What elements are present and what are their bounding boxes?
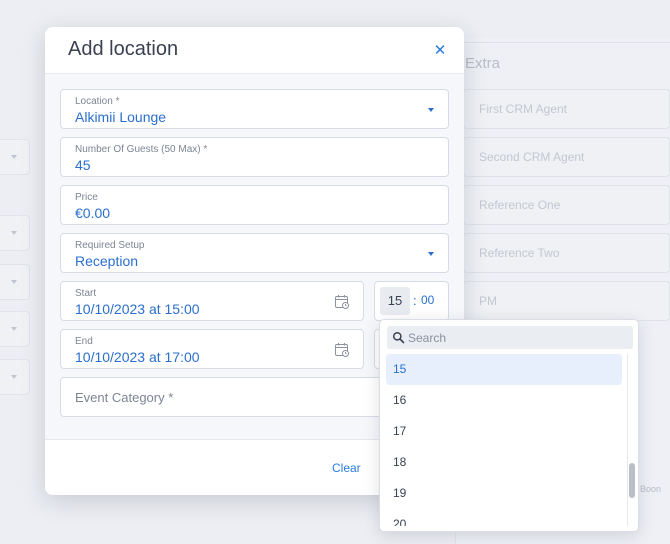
price-value: €0.00 bbox=[75, 205, 111, 221]
chevron-down-icon bbox=[11, 155, 17, 159]
hour-option-19[interactable]: 19 bbox=[386, 478, 622, 509]
location-select[interactable]: Location * Alkimii Lounge bbox=[60, 89, 449, 129]
location-label: Location * bbox=[75, 96, 120, 107]
setup-value: Reception bbox=[75, 253, 139, 269]
background-field-reference-one: Reference One bbox=[463, 185, 670, 225]
background-extra-header: Extra bbox=[463, 42, 670, 82]
required-setup-select[interactable]: Required Setup Reception bbox=[60, 233, 449, 273]
dropdown-scrollbar-thumb[interactable] bbox=[629, 463, 635, 498]
chevron-down-icon bbox=[428, 108, 434, 112]
price-input[interactable]: Price €0.00 bbox=[60, 185, 449, 225]
start-time-input[interactable]: 15 : 00 bbox=[374, 281, 449, 321]
start-date-input[interactable]: Start 10/10/2023 at 15:00 bbox=[60, 281, 364, 321]
start-hour[interactable]: 15 bbox=[380, 287, 410, 315]
guests-input[interactable]: Number Of Guests (50 Max) * 45 bbox=[60, 137, 449, 177]
clear-button[interactable]: Clear bbox=[332, 461, 361, 475]
background-left-select bbox=[0, 359, 30, 395]
background-left-select bbox=[0, 311, 30, 347]
dropdown-search bbox=[387, 326, 633, 349]
calendar-icon[interactable] bbox=[334, 342, 350, 358]
hour-option-20[interactable]: 20 bbox=[386, 509, 622, 526]
hour-option-list: 15 16 17 18 19 20 bbox=[386, 354, 622, 526]
dropdown-search-input[interactable] bbox=[408, 328, 626, 347]
background-field-second-crm-agent: Second CRM Agent bbox=[463, 137, 670, 177]
chevron-down-icon bbox=[11, 375, 17, 379]
hour-option-15[interactable]: 15 bbox=[386, 354, 622, 385]
chevron-down-icon bbox=[11, 327, 17, 331]
start-minute[interactable]: 00 bbox=[421, 293, 434, 307]
background-left-select bbox=[0, 139, 30, 175]
search-icon bbox=[392, 331, 405, 344]
price-label: Price bbox=[75, 192, 98, 203]
background-field-reference-two: Reference Two bbox=[463, 233, 670, 273]
background-field-pm: PM bbox=[463, 281, 670, 321]
dropdown-scrollbar-track[interactable] bbox=[627, 354, 631, 526]
chevron-down-icon bbox=[11, 231, 17, 235]
start-value: 10/10/2023 at 15:00 bbox=[75, 301, 200, 317]
hour-dropdown: 15 16 17 18 19 20 bbox=[379, 319, 639, 532]
modal-header: Add location ✕ bbox=[45, 27, 464, 74]
modal-title: Add location bbox=[68, 38, 179, 60]
end-value: 10/10/2023 at 17:00 bbox=[75, 349, 200, 365]
calendar-icon[interactable] bbox=[334, 294, 350, 310]
close-icon[interactable]: ✕ bbox=[430, 41, 450, 61]
chevron-down-icon bbox=[428, 252, 434, 256]
background-left-select bbox=[0, 215, 30, 251]
guests-label: Number Of Guests (50 Max) * bbox=[75, 144, 208, 155]
location-value: Alkimii Lounge bbox=[75, 109, 167, 125]
end-label: End bbox=[75, 336, 93, 347]
hour-option-16[interactable]: 16 bbox=[386, 385, 622, 416]
end-date-input[interactable]: End 10/10/2023 at 17:00 bbox=[60, 329, 364, 369]
background-snippet-text: Boon bbox=[640, 484, 662, 494]
hour-option-17[interactable]: 17 bbox=[386, 416, 622, 447]
setup-label: Required Setup bbox=[75, 240, 145, 251]
hour-option-18[interactable]: 18 bbox=[386, 447, 622, 478]
background-extra-title: Extra bbox=[465, 55, 501, 72]
event-category-label: Event Category * bbox=[75, 390, 174, 405]
guests-value: 45 bbox=[75, 157, 91, 173]
background-left-select bbox=[0, 264, 30, 300]
start-label: Start bbox=[75, 288, 97, 299]
background-field-first-crm-agent: First CRM Agent bbox=[463, 89, 670, 129]
time-separator: : bbox=[413, 293, 417, 308]
chevron-down-icon bbox=[11, 280, 17, 284]
